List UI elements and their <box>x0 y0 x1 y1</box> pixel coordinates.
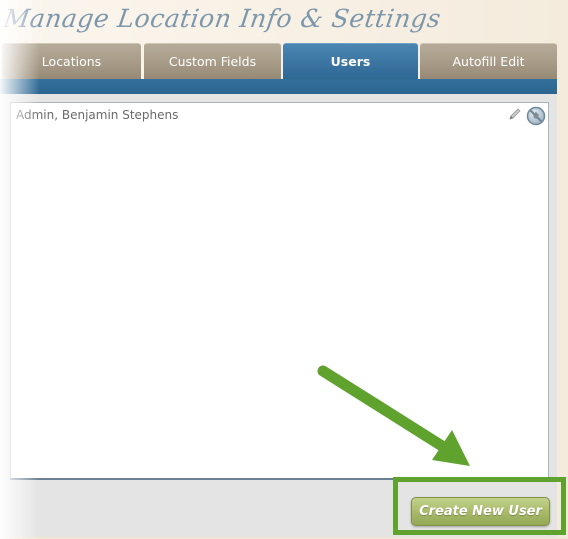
tab-locations[interactable]: Locations <box>2 43 141 79</box>
tab-autofill-edit[interactable]: Autofill Edit <box>420 43 557 79</box>
users-list: Admin, Benjamin Stephens <box>10 102 549 480</box>
page-title: Manage Location Info & Settings <box>1 4 443 33</box>
tab-custom-fields[interactable]: Custom Fields <box>144 43 281 79</box>
list-item[interactable]: Admin, Benjamin Stephens <box>11 103 548 126</box>
delete-icon[interactable] <box>526 106 546 126</box>
pencil-icon[interactable] <box>508 107 522 121</box>
users-panel: Admin, Benjamin Stephens <box>0 94 557 537</box>
tab-strip: Locations Custom Fields Users Autofill E… <box>0 43 557 79</box>
user-name: Admin, Benjamin Stephens <box>16 108 179 122</box>
create-new-user-button[interactable]: Create New User <box>411 497 550 526</box>
tab-underline-bar <box>0 79 557 94</box>
tab-users[interactable]: Users <box>283 43 418 79</box>
